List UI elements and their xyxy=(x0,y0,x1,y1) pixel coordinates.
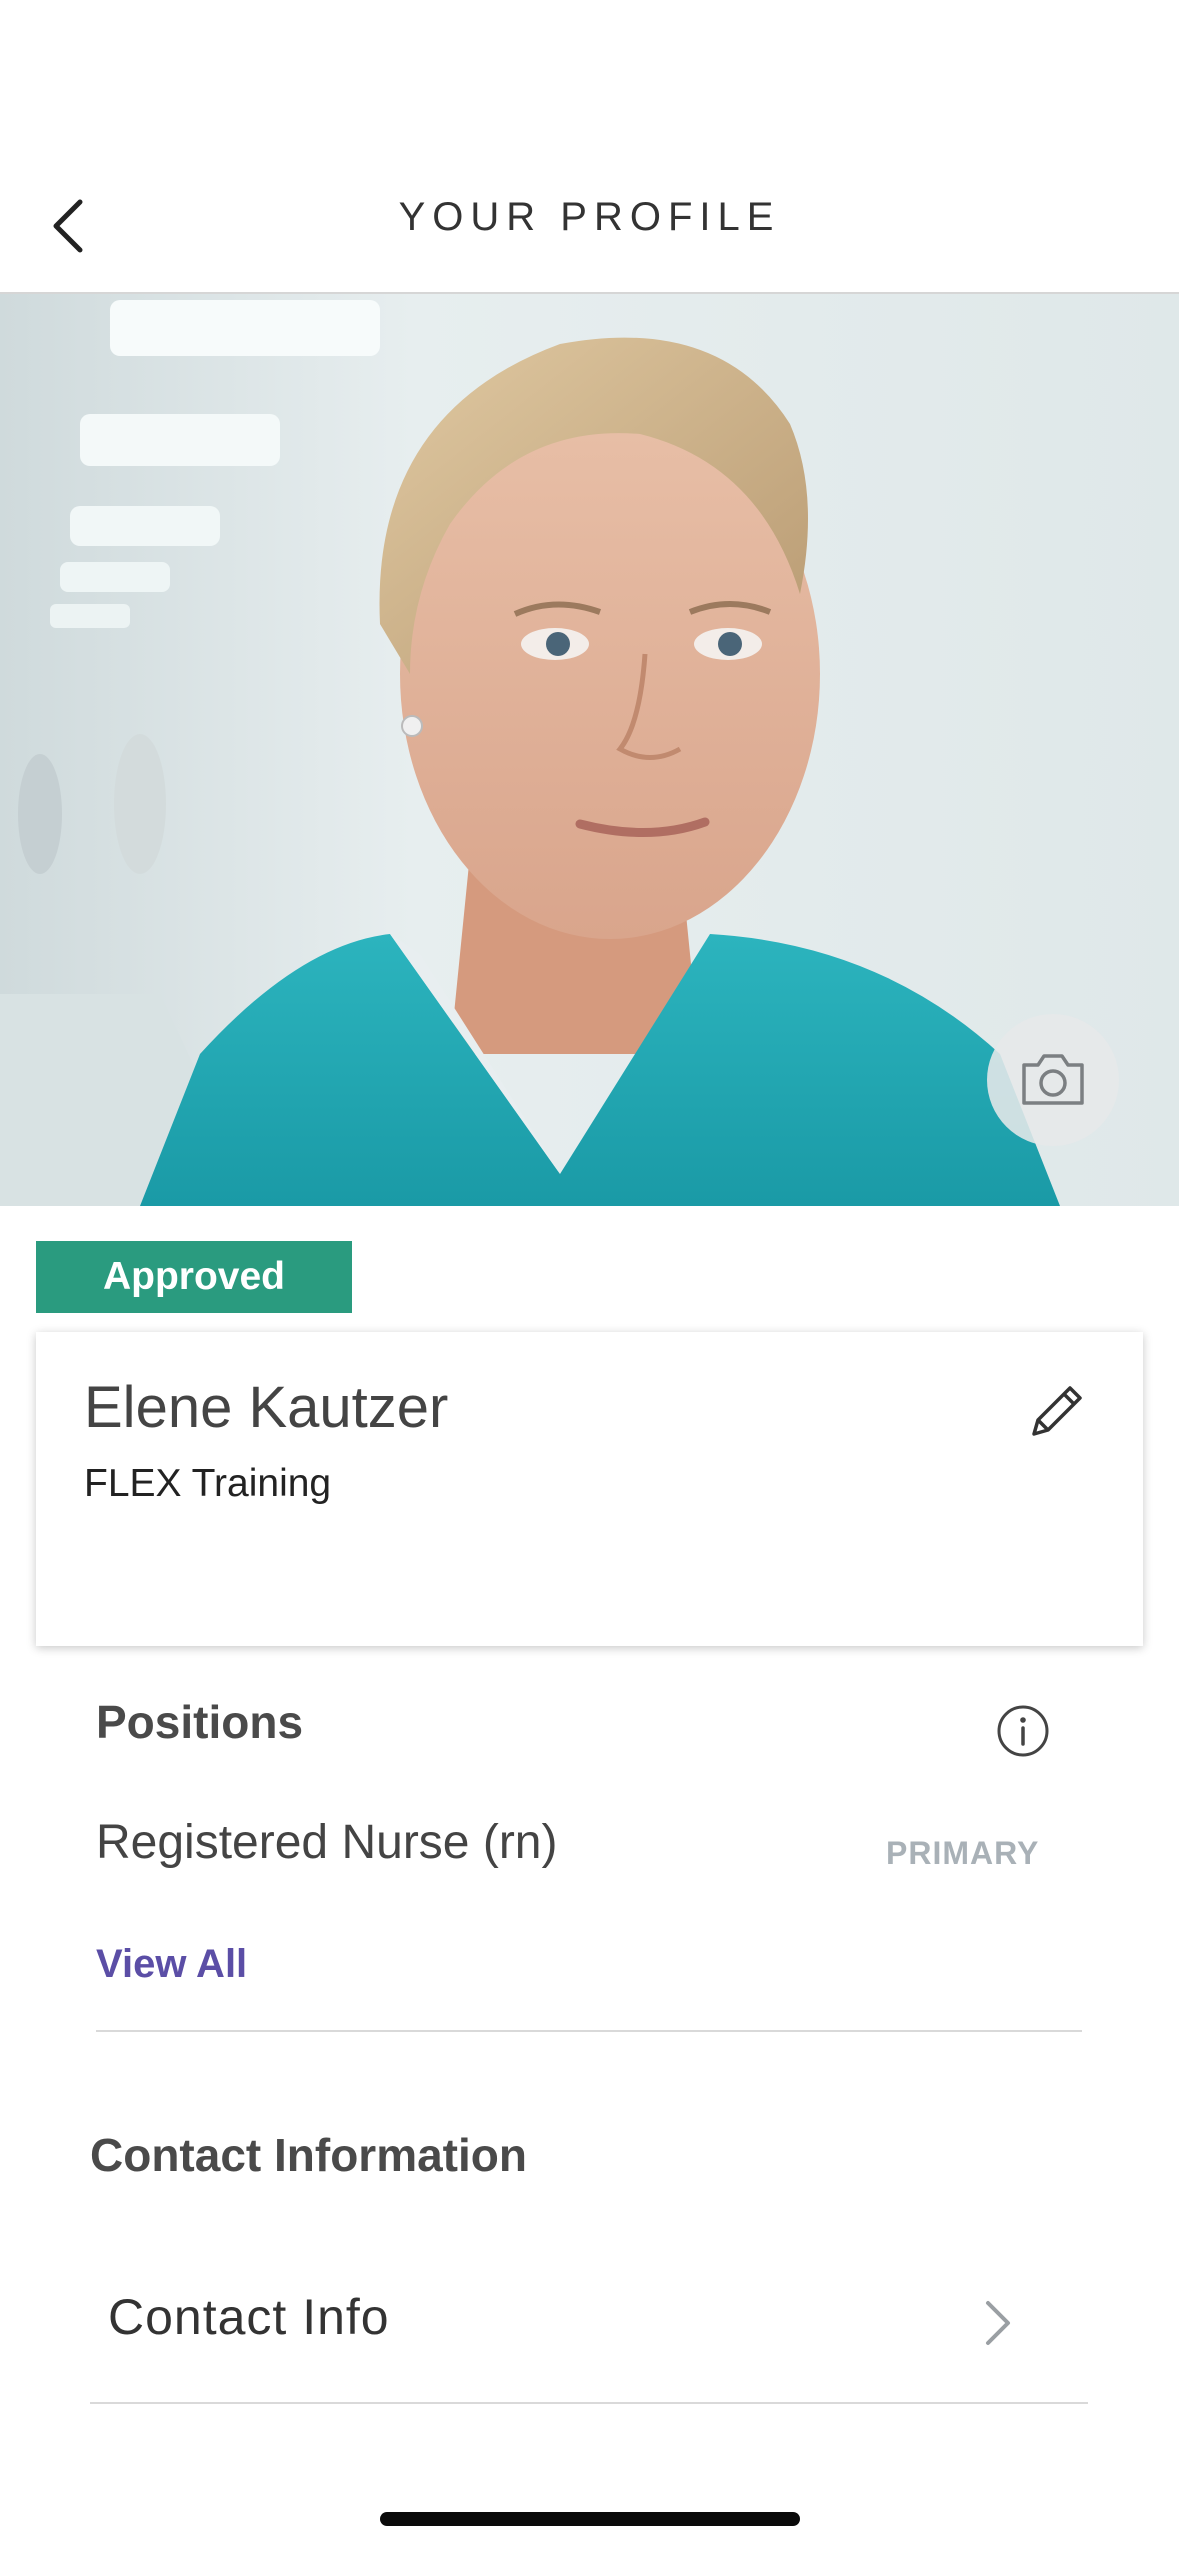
profile-organization: FLEX Training xyxy=(84,1462,332,1505)
positions-divider xyxy=(96,2030,1082,2032)
profile-photo xyxy=(0,294,1179,1206)
contact-section-title: Contact Information xyxy=(90,2129,527,2181)
profile-name: Elene Kautzer xyxy=(84,1375,449,1440)
change-photo-button[interactable] xyxy=(987,1014,1119,1146)
status-badge: Approved xyxy=(36,1241,352,1313)
contact-divider xyxy=(90,2402,1088,2404)
view-all-link[interactable]: View All xyxy=(96,1942,247,1987)
position-name: Registered Nurse (rn) xyxy=(96,1816,558,1869)
edit-profile-button[interactable] xyxy=(1016,1372,1096,1452)
contact-info-label: Contact Info xyxy=(108,2289,390,2345)
app-header: YOUR PROFILE xyxy=(0,0,1179,294)
contact-info-row[interactable]: Contact Info xyxy=(90,2266,1088,2404)
positions-title: Positions xyxy=(96,1696,304,1748)
home-indicator[interactable] xyxy=(380,2512,800,2526)
chevron-right-icon xyxy=(986,2301,1010,2345)
profile-card: Elene Kautzer FLEX Training xyxy=(36,1332,1143,1646)
positions-info-button[interactable] xyxy=(992,1700,1054,1762)
camera-icon xyxy=(1022,1054,1084,1105)
info-icon xyxy=(997,1705,1049,1757)
page-title: YOUR PROFILE xyxy=(398,195,781,239)
pencil-icon xyxy=(1032,1386,1082,1436)
primary-tag: PRIMARY xyxy=(886,1835,1040,1871)
